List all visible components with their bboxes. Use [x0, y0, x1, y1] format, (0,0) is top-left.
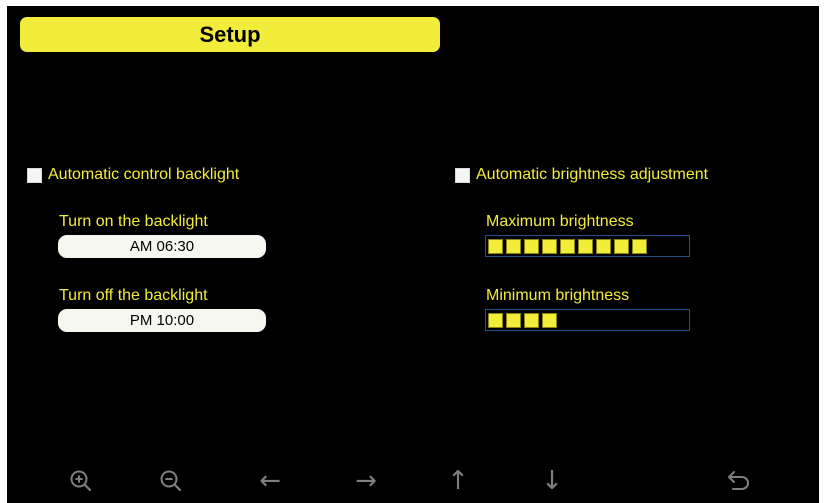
zoom-out-button[interactable] [153, 466, 189, 496]
auto-backlight-option[interactable]: Automatic control backlight [27, 164, 239, 186]
move-down-button[interactable]: ↓ [534, 466, 570, 496]
setup-screen: Setup Automatic control backlight Turn o… [7, 6, 819, 503]
move-left-button[interactable]: ← [252, 466, 288, 496]
arrow-left-icon: ← [259, 466, 281, 496]
zoom-in-button[interactable] [63, 466, 99, 496]
min-brightness-bar[interactable] [485, 309, 690, 331]
title-bar: Setup [20, 17, 440, 52]
turn-off-time-value: PM 10:00 [129, 312, 195, 329]
turn-off-time-field[interactable]: PM 10:00 [58, 309, 266, 332]
zoom-out-icon [160, 470, 182, 492]
brightness-segment [632, 238, 647, 254]
brightness-segment [542, 238, 557, 254]
move-right-button[interactable]: → [348, 466, 384, 496]
auto-brightness-checkbox[interactable] [455, 167, 470, 183]
auto-backlight-label: Automatic control backlight [48, 166, 240, 183]
zoom-in-icon [70, 470, 92, 492]
brightness-segment [614, 238, 629, 254]
arrow-down-icon: ↓ [541, 466, 563, 496]
max-brightness-bar[interactable] [485, 235, 690, 257]
turn-off-backlight-label: Turn off the backlight [59, 287, 208, 304]
arrow-right-icon: → [355, 466, 377, 496]
auto-backlight-checkbox[interactable] [27, 167, 42, 183]
brightness-segment [506, 238, 521, 254]
brightness-segment [596, 238, 611, 254]
brightness-segment [488, 312, 503, 328]
turn-on-time-value: AM 06:30 [129, 238, 195, 255]
auto-brightness-label: Automatic brightness adjustment [476, 166, 709, 183]
move-up-button[interactable]: ↑ [440, 466, 476, 496]
auto-brightness-option[interactable]: Automatic brightness adjustment [455, 164, 708, 186]
page-title: Setup [199, 21, 261, 47]
brightness-segment [542, 312, 557, 328]
brightness-segment [506, 312, 521, 328]
brightness-segment [560, 238, 575, 254]
arrow-up-icon: ↑ [447, 466, 469, 496]
brightness-segment [524, 312, 539, 328]
bottom-toolbar: ← → ↑ ↓ [7, 458, 819, 503]
turn-on-backlight-label: Turn on the backlight [59, 213, 208, 230]
min-brightness-label: Minimum brightness [486, 287, 630, 304]
brightness-segment [524, 238, 539, 254]
return-icon [728, 471, 749, 490]
max-brightness-label: Maximum brightness [486, 213, 634, 230]
turn-on-time-field[interactable]: AM 06:30 [58, 235, 266, 258]
brightness-segment [578, 238, 593, 254]
brightness-segment [488, 238, 503, 254]
return-button[interactable] [721, 466, 757, 496]
